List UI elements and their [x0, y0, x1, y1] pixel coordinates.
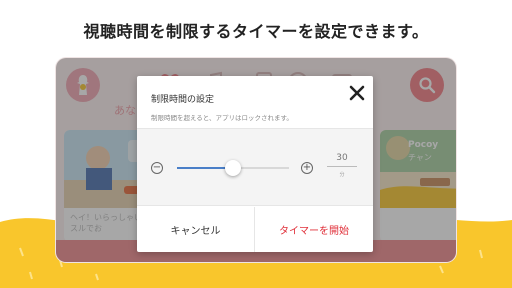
time-slider[interactable]	[177, 160, 289, 176]
dialog-description: 制限時間を超えると、アプリはロックされます。	[151, 114, 293, 122]
minus-icon[interactable]: −	[151, 162, 163, 174]
minutes-input[interactable]: 30	[327, 153, 357, 167]
minutes-unit: 分	[339, 172, 345, 178]
timer-dialog: 制限時間の設定 制限時間を超えると、アプリはロックされます。 − + 30 分 …	[137, 76, 373, 252]
timer-slider-row: − + 30 分	[137, 128, 373, 206]
start-timer-button[interactable]: タイマーを開始	[255, 207, 373, 252]
dialog-title: 制限時間の設定	[151, 95, 215, 105]
dialog-buttons: キャンセル タイマーを開始	[137, 207, 373, 252]
close-icon	[349, 85, 365, 101]
slider-thumb[interactable]	[225, 160, 241, 176]
cancel-button[interactable]: キャンセル	[137, 207, 255, 252]
close-button[interactable]	[346, 82, 368, 104]
promo-caption: 視聴時間を制限するタイマーを設定できます。	[83, 22, 429, 41]
plus-icon[interactable]: +	[301, 162, 313, 174]
